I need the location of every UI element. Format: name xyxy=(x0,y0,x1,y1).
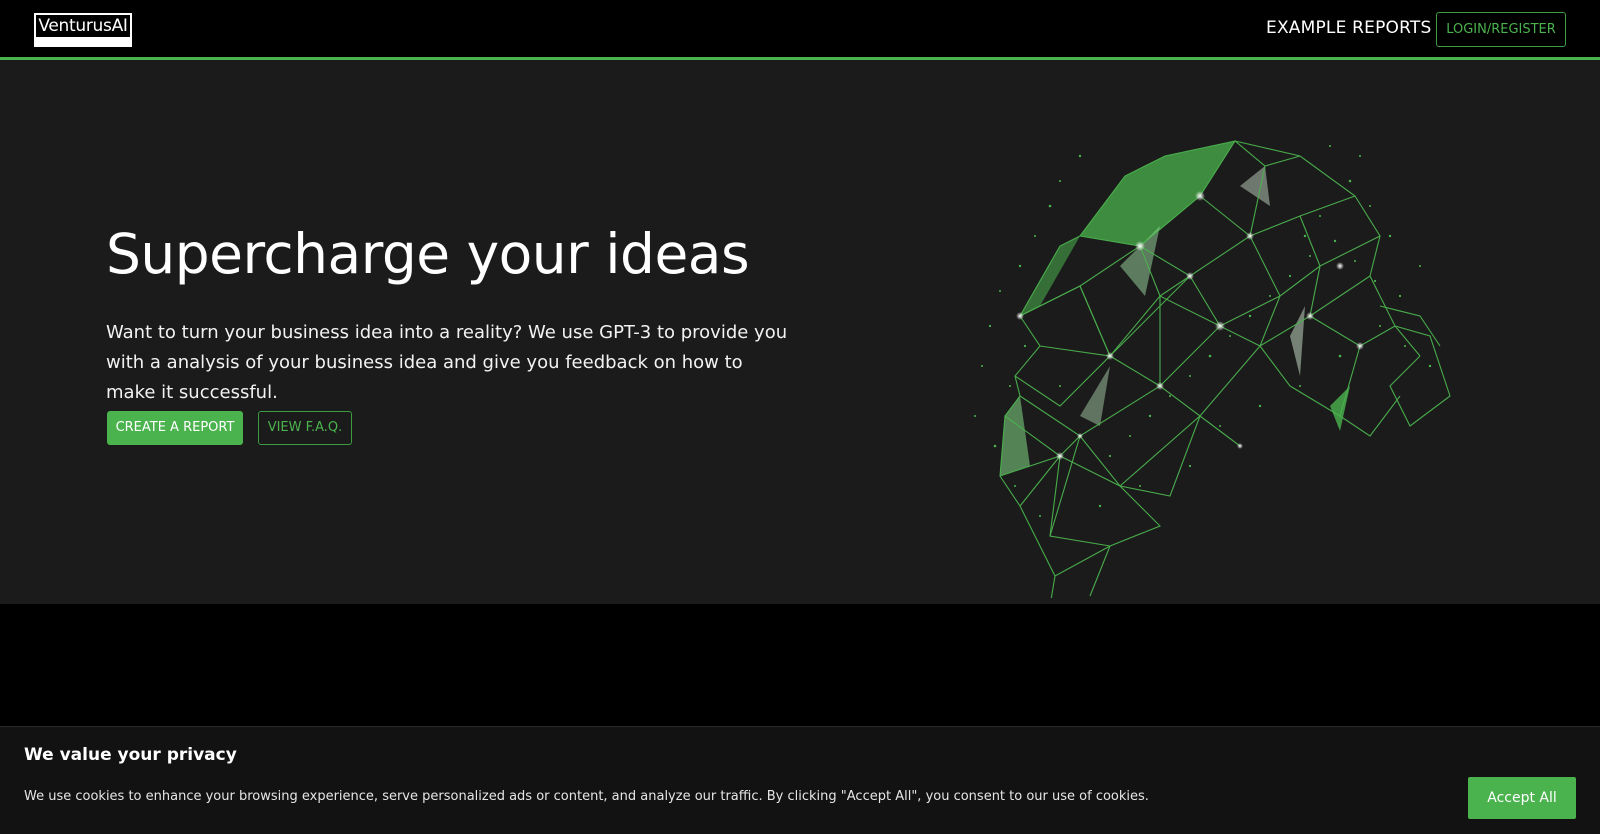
hero-subtitle: Want to turn your business idea into a r… xyxy=(106,322,788,403)
cookie-banner-title: We value your privacy xyxy=(24,745,237,765)
create-report-button[interactable]: CREATE A REPORT xyxy=(107,411,243,445)
logo-underline xyxy=(36,37,130,45)
polygonal-green-head-icon xyxy=(974,140,1451,598)
hero-section: Supercharge your ideas Want to turn your… xyxy=(0,60,1600,604)
login-register-button[interactable]: LOGIN/REGISTER xyxy=(1436,12,1566,47)
venturusai-logo[interactable]: VenturusAI xyxy=(34,13,132,47)
cookie-banner-text: We use cookies to enhance your browsing … xyxy=(24,789,1149,804)
accept-all-button[interactable]: Accept All xyxy=(1468,777,1576,819)
site-header: VenturusAI EXAMPLE REPORTS LOGIN/REGISTE… xyxy=(0,0,1600,58)
nav-example-reports-link[interactable]: EXAMPLE REPORTS xyxy=(1266,18,1432,38)
view-faq-button[interactable]: VIEW F.A.Q. xyxy=(258,411,352,445)
hero-title: Supercharge your ideas xyxy=(106,222,750,286)
cookie-consent-banner: We value your privacy We use cookies to … xyxy=(0,726,1600,834)
logo-text: VenturusAI xyxy=(38,16,128,36)
